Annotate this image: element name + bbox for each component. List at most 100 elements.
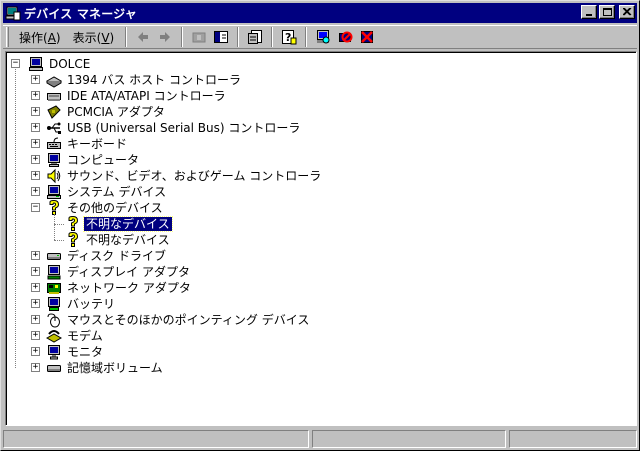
toolbar-grip[interactable] [6,27,9,47]
title-bar[interactable]: デバイス マネージャ [3,3,637,23]
help-button[interactable]: ? [278,27,300,47]
minimize-button[interactable] [581,5,597,19]
expand-toggle[interactable]: + [31,123,40,132]
tree-node-label: 不明なデバイス [83,216,173,232]
maximize-button[interactable] [599,5,615,19]
tree-node-label: マウスとそのほかのポインティング デバイス [67,313,310,327]
tree-category-node[interactable]: 1394 バス ホスト コントローラ [46,72,243,88]
expand-toggle[interactable]: + [31,267,40,276]
scan-hardware-button[interactable] [312,27,334,47]
system-device-icon [47,185,61,199]
tree-node-label: USB (Universal Serial Bus) コントローラ [67,121,301,135]
tree-category-node[interactable]: その他のデバイス [46,200,165,216]
collapse-toggle[interactable]: − [31,203,40,212]
properties-button[interactable] [244,27,266,47]
tree-category-node[interactable]: サウンド、ビデオ、およびゲーム コントローラ [46,168,323,184]
tree-connector [54,214,55,240]
close-button[interactable] [619,5,635,19]
expand-toggle[interactable]: + [31,139,40,148]
svg-text:?: ? [285,31,291,44]
device-manager-app-icon [5,6,21,21]
device-tree[interactable]: − DOLCE +1394 バス ホスト コントローラ + IDE ATA/ATAPI … [5,51,637,426]
tree-root-node[interactable]: DOLCE [28,56,92,72]
expand-toggle[interactable]: + [31,155,40,164]
unknown-device-icon [68,232,79,247]
collapse-toggle[interactable]: − [11,59,20,68]
tree-connector [54,224,64,225]
expand-toggle[interactable]: + [31,75,40,84]
show-hide-tree-icon [214,31,229,43]
menu-action[interactable]: 操作(A) [13,27,67,48]
expand-toggle[interactable]: + [31,331,40,340]
tree-category-node[interactable]: コンピュータ [46,152,141,168]
tree-category-node[interactable]: ネットワーク アダプタ [46,280,193,296]
expand-toggle[interactable]: + [31,171,40,180]
keyboard-icon [47,137,61,149]
speaker-icon [47,168,61,184]
tree-node-label: バッテリ [67,297,116,311]
expand-toggle[interactable]: + [31,91,40,100]
expand-toggle[interactable]: + [31,347,40,356]
battery-icon [48,297,60,311]
tree-category-node[interactable]: マウスとそのほかのポインティング デバイス [46,312,311,328]
expand-toggle[interactable]: + [31,187,40,196]
toolbar-separator [305,27,308,47]
tree-category-node[interactable]: PCMCIA アダプタ [46,104,167,120]
show-hide-tree-button[interactable] [210,27,232,47]
tree-node-label: DOLCE [49,57,91,71]
window-title: デバイス マネージャ [24,6,137,21]
uninstall-device-icon [361,31,374,43]
storage-volume-icon [47,365,61,372]
status-bar [3,430,637,448]
tree-connector [54,240,64,241]
tree-device-node[interactable]: 不明なデバイス [65,216,173,232]
menu-view[interactable]: 表示(V) [67,27,121,48]
tree-node-label: コンピュータ [67,153,140,167]
expand-toggle[interactable]: + [31,107,40,116]
expand-toggle[interactable]: + [31,299,40,308]
tree-node-label: PCMCIA アダプタ [67,105,165,119]
tree-category-node[interactable]: システム デバイス [46,184,168,200]
uninstall-device-button[interactable] [356,27,378,47]
tree-node-label: 不明なデバイス [86,233,170,247]
tree-category-node[interactable]: モニタ [46,344,105,360]
bus-controller-icon [46,76,62,88]
tree-category-node[interactable]: キーボード [46,136,129,152]
tree-category-node[interactable]: USB (Universal Serial Bus) コントローラ [46,120,302,136]
tree-category-node[interactable]: ディスク ドライブ [46,248,168,264]
back-button[interactable] [132,27,154,47]
status-panel-main [3,430,309,448]
up-level-button[interactable] [188,27,210,47]
status-panel-right [509,430,637,448]
modem-icon [46,330,62,343]
pcmcia-adapter-icon [47,105,61,119]
status-panel-middle [312,430,506,448]
expand-toggle[interactable]: + [31,283,40,292]
monitor-icon [48,345,60,360]
toolbar-separator [271,27,274,47]
network-adapter-icon [47,283,61,294]
tree-category-node[interactable]: 記憶域ボリューム [46,360,165,376]
toolbar-separator [125,27,128,47]
usb-icon [47,122,61,134]
expand-toggle[interactable]: + [31,363,40,372]
ide-controller-icon [47,93,61,101]
tree-node-label: その他のデバイス [67,201,163,215]
properties-icon [248,30,263,44]
tree-category-node[interactable]: ディスプレイ アダプタ [46,264,192,280]
disable-device-button[interactable] [334,27,356,47]
tree-node-label: ネットワーク アダプタ [67,281,191,295]
expand-toggle[interactable]: + [31,315,40,324]
tree-node-label: モデム [67,329,103,343]
tree-node-label: ディスク ドライブ [67,249,166,263]
expand-toggle[interactable]: + [31,251,40,260]
tree-category-node[interactable]: バッテリ [46,296,117,312]
maximize-icon [603,8,612,16]
tree-category-node[interactable]: モデム [46,328,105,344]
forward-button[interactable] [154,27,176,47]
forward-arrow-icon [160,32,171,42]
folder-up-icon [192,32,206,43]
tree-device-node[interactable]: 不明なデバイス [65,232,172,248]
help-icon: ? [282,30,297,45]
tree-category-node[interactable]: IDE ATA/ATAPI コントローラ [46,88,228,104]
